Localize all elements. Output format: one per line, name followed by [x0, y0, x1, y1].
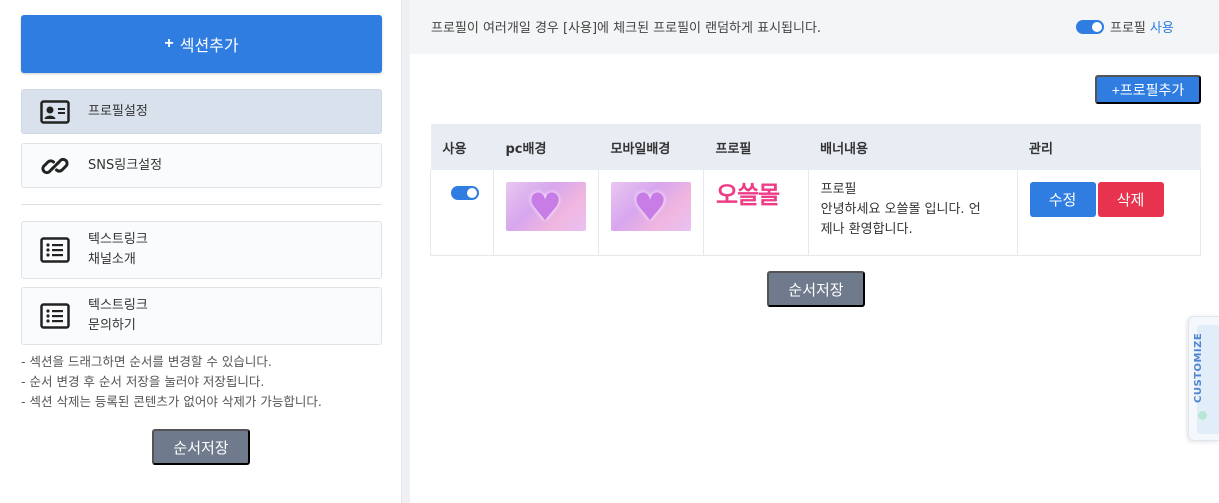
profile-logo: 오쓸몰 — [715, 181, 780, 209]
notice-bar: 프로필이 여러개일 경우 [사용]에 체크된 프로필이 랜덤하게 표시됩니다. … — [410, 0, 1219, 54]
section-item-label-line1: 텍스트링크 — [88, 298, 148, 313]
section-item-sns-link[interactable]: SNS링크설정 — [21, 143, 382, 188]
help-note: - 순서 변경 후 순서 저장을 눌러야 저장됩니다. — [21, 374, 265, 389]
help-note: - 섹션을 드래그하면 순서를 변경할 수 있습니다. — [21, 354, 272, 369]
section-item-label: 텍스트링크 문의하기 — [88, 296, 148, 336]
customize-tab[interactable]: CUSTOMIZE — [1188, 316, 1219, 441]
section-item-label-line1: 텍스트링크 — [88, 232, 148, 247]
profile-table: 사용 pc배경 모바일배경 프로필 배너내용 관리 ♥ ♥ 오쓸몰 프로필 안녕… — [430, 124, 1202, 256]
column-header: pc배경 — [493, 124, 599, 170]
column-header: 사용 — [430, 124, 494, 170]
column-header: 관리 — [1017, 124, 1201, 170]
plus-icon: + — [164, 35, 174, 52]
add-profile-button[interactable]: +프로필추가 — [1095, 75, 1201, 104]
banner-body: 안녕하세요 오쓸몰 입니다. 언 — [820, 202, 981, 217]
section-item-label: 프로필설정 — [88, 103, 148, 119]
table-row: ♥ ♥ 오쓸몰 프로필 안녕하세요 오쓸몰 입니다. 언 제나 환영합니다. 수… — [430, 170, 1202, 256]
save-profile-order-button[interactable]: 순서저장 — [767, 271, 865, 307]
status-dot-icon — [1198, 411, 1207, 420]
edit-button[interactable]: 수정 — [1029, 182, 1096, 217]
add-section-label: 섹션추가 — [179, 38, 239, 55]
help-note: - 섹션 삭제는 등록된 콘텐츠가 없어야 삭제가 가능합니다. — [21, 394, 322, 409]
column-header: 모바일배경 — [598, 124, 704, 170]
pc-background-thumbnail[interactable]: ♥ — [505, 182, 586, 231]
help-notes: - 섹션을 드래그하면 순서를 변경할 수 있습니다. - 순서 변경 후 순서… — [21, 352, 391, 412]
manage-cell: 수정 삭제 — [1016, 170, 1202, 256]
column-header: 배너내용 — [808, 124, 1018, 170]
banner-title: 프로필 — [820, 182, 857, 197]
mobile-background-cell: ♥ — [597, 170, 704, 256]
list-icon — [22, 303, 88, 329]
section-item-profile[interactable]: 프로필설정 — [21, 89, 382, 134]
section-item-label: SNS링크설정 — [88, 157, 163, 173]
table-header-row: 사용 pc배경 모바일배경 프로필 배너내용 관리 — [430, 124, 1201, 170]
section-item-label-line2: 채널소개 — [88, 252, 136, 267]
profile-card-icon — [22, 99, 88, 124]
add-section-button[interactable]: + 섹션추가 — [21, 15, 382, 73]
banner-body: 제나 환영합니다. — [820, 222, 913, 237]
customize-label: CUSTOMIZE — [1193, 332, 1204, 403]
list-icon — [22, 237, 88, 263]
pc-background-cell: ♥ — [492, 170, 599, 256]
profile-use-label: 프로필 — [1110, 21, 1146, 36]
banner-content: 프로필 안녕하세요 오쓸몰 입니다. 언 제나 환영합니다. — [821, 180, 1005, 240]
banner-content-cell: 프로필 안녕하세요 오쓸몰 입니다. 언 제나 환영합니다. — [807, 170, 1018, 256]
section-item-label: 텍스트링크 채널소개 — [88, 230, 148, 270]
mobile-background-thumbnail[interactable]: ♥ — [610, 182, 691, 231]
heart-image: ♥ — [527, 185, 563, 229]
profile-panel: 프로필이 여러개일 경우 [사용]에 체크된 프로필이 랜덤하게 표시됩니다. … — [410, 0, 1219, 503]
section-item-label-line2: 문의하기 — [88, 318, 136, 333]
toggle-switch[interactable] — [1076, 19, 1104, 34]
heart-image: ♥ — [632, 185, 668, 229]
profile-use-toggle[interactable]: 프로필 사용 — [1076, 17, 1174, 36]
section-item-text-link-channel[interactable]: 텍스트링크 채널소개 — [21, 221, 382, 279]
use-toggle-switch[interactable] — [451, 186, 479, 200]
column-header: 프로필 — [703, 124, 809, 170]
save-section-order-button[interactable]: 순서저장 — [152, 429, 250, 465]
link-icon — [22, 152, 88, 180]
divider — [21, 204, 382, 205]
use-cell — [430, 170, 494, 256]
notice-text: 프로필이 여러개일 경우 [사용]에 체크된 프로필이 랜덤하게 표시됩니다. — [431, 21, 822, 36]
section-panel: + 섹션추가 프로필설정 SNS링크설정 텍스트링크 채널소개 텍스트링크 문의… — [0, 0, 402, 503]
profile-use-label-accent: 사용 — [1149, 21, 1174, 36]
profile-cell: 오쓸몰 — [702, 170, 809, 256]
delete-button[interactable]: 삭제 — [1097, 182, 1164, 217]
section-item-text-link-inquiry[interactable]: 텍스트링크 문의하기 — [21, 287, 382, 345]
